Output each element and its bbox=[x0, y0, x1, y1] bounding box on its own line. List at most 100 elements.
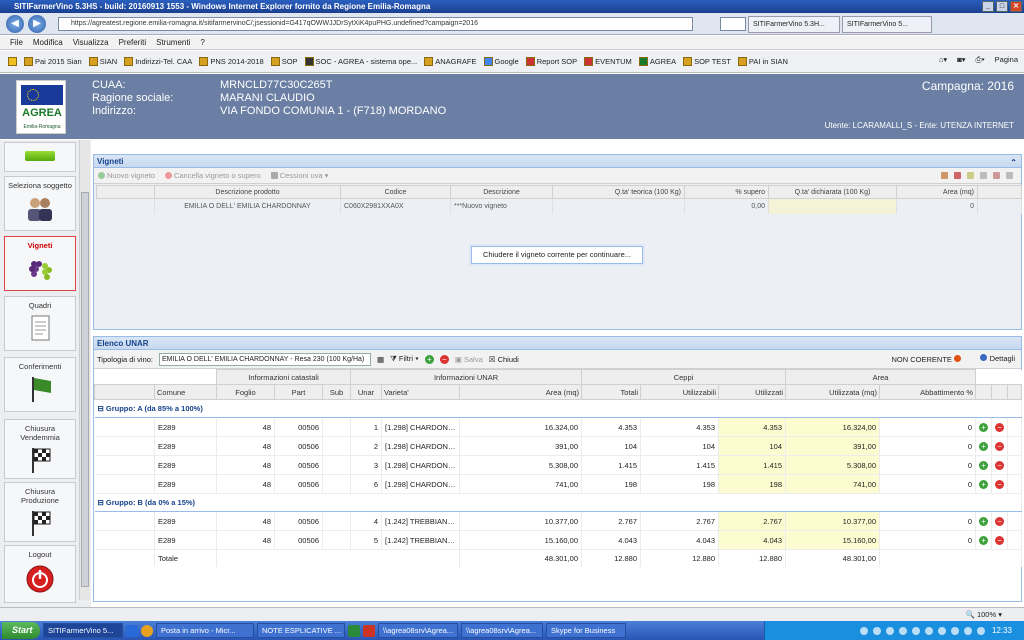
taskbar-item-sitifarmervino[interactable]: SITIFarmerVino 5... bbox=[43, 623, 123, 638]
sidebar-item-top[interactable] bbox=[4, 142, 76, 172]
add-icon[interactable]: + bbox=[979, 535, 989, 545]
collapse-group-icon[interactable]: ⊟ bbox=[98, 404, 106, 413]
undo-icon[interactable] bbox=[993, 172, 1000, 179]
vigneti-col-codice[interactable]: Codice bbox=[340, 185, 451, 199]
col-utilizzati[interactable]: Utilizzati bbox=[718, 384, 787, 400]
start-button[interactable]: Start bbox=[2, 622, 40, 639]
chiudi-button[interactable]: ☒ Chiudi bbox=[489, 355, 519, 364]
add-icon[interactable]: + bbox=[979, 460, 989, 470]
col-part[interactable]: Part bbox=[274, 384, 323, 400]
col-varieta[interactable]: Varieta' bbox=[381, 384, 461, 400]
nuovo-vigneto-button[interactable]: Nuovo vigneto bbox=[98, 171, 155, 180]
add-icon[interactable]: + bbox=[979, 516, 989, 526]
add-icon[interactable]: + bbox=[979, 479, 989, 489]
remove-icon[interactable]: − bbox=[995, 422, 1005, 432]
col-utilizzata-mq[interactable]: Utilizzata (mq) bbox=[785, 384, 881, 400]
group-row[interactable]: ⊟ Gruppo: B (da 0% a 15%) bbox=[94, 493, 1023, 512]
favorite-link[interactable]: PAI in SIAN bbox=[737, 57, 788, 66]
table-row[interactable]: E28948005065[1.242] TREBBIANO ROMA...15.… bbox=[94, 530, 1023, 550]
vigneti-row-qta-dichiarata[interactable] bbox=[768, 198, 897, 214]
address-search-icon[interactable] bbox=[720, 17, 746, 31]
col-comune[interactable]: Comune bbox=[154, 384, 217, 400]
col-abbattimento[interactable]: Abbattimento % bbox=[879, 384, 977, 400]
menu-help[interactable]: ? bbox=[200, 36, 204, 49]
tool-icon[interactable] bbox=[941, 172, 948, 179]
remove-icon[interactable]: − bbox=[995, 441, 1005, 451]
col-utilizzabili[interactable]: Utilizzabili bbox=[640, 384, 720, 400]
page-menu[interactable]: Pagina bbox=[995, 55, 1018, 65]
tray-icon[interactable] bbox=[937, 626, 946, 635]
ie-icon[interactable] bbox=[126, 624, 138, 637]
vigneti-col-qta-dichiarata[interactable]: Q.ta' dichiarata (100 Kg) bbox=[768, 185, 897, 199]
sidebar-item-chiusura-vendemmia[interactable]: Chiusura Vendemmia bbox=[4, 419, 76, 479]
favorite-link[interactable]: Indirizzi-Tel. CAA bbox=[124, 57, 192, 66]
refresh-icon[interactable] bbox=[1006, 172, 1013, 179]
favorite-link[interactable]: SOC - AGREA - sistema ope... bbox=[304, 57, 417, 66]
menu-visualizza[interactable]: Visualizza bbox=[73, 36, 109, 49]
table-row[interactable]: E28948005061[1.298] CHARDONNAY B.16.324,… bbox=[94, 417, 1023, 437]
chrome-icon[interactable] bbox=[141, 624, 153, 637]
vigneti-col-area[interactable]: Area (mq) bbox=[896, 185, 978, 199]
tray-icon[interactable] bbox=[911, 626, 920, 635]
minimize-button[interactable]: _ bbox=[982, 1, 994, 12]
remove-icon[interactable]: − bbox=[995, 460, 1005, 470]
rss-icon[interactable]: ◙▾ bbox=[957, 55, 965, 65]
favorites-star-icon[interactable] bbox=[8, 57, 17, 66]
tray-icon[interactable] bbox=[963, 626, 972, 635]
cancella-vigneto-button[interactable]: Cancella vigneto o supero bbox=[164, 171, 261, 180]
vigneti-col-supero[interactable]: % supero bbox=[684, 185, 769, 199]
browser-tab-1[interactable]: SITIFarmerVino 5.3H... bbox=[748, 16, 840, 33]
col-area-mq[interactable]: Area (mq) bbox=[459, 384, 583, 400]
grid-icon[interactable] bbox=[980, 172, 987, 179]
remove-icon[interactable]: − bbox=[995, 516, 1005, 526]
browser-tab-2[interactable]: SITIFarmerVino 5... bbox=[842, 16, 932, 33]
tray-icon[interactable] bbox=[898, 626, 907, 635]
forward-button[interactable]: ▶ bbox=[28, 15, 46, 33]
calendar-icon[interactable] bbox=[954, 172, 961, 179]
zoom-control[interactable]: 🔍 100% ▾ bbox=[966, 610, 1002, 619]
vigneti-col-qta-teorica[interactable]: Q.ta' teorica (100 Kg) bbox=[552, 185, 685, 199]
calculator-icon[interactable]: ▦ bbox=[377, 355, 384, 364]
maximize-button[interactable]: □ bbox=[996, 1, 1008, 12]
back-button[interactable]: ◀ bbox=[6, 15, 24, 33]
sidebar-scroll-thumb[interactable] bbox=[81, 192, 89, 587]
add-icon[interactable]: + bbox=[979, 422, 989, 432]
collapse-icon[interactable]: ⌃ bbox=[1010, 156, 1017, 169]
remove-icon[interactable]: − bbox=[995, 479, 1005, 489]
favorite-link[interactable]: SOP bbox=[270, 57, 298, 66]
col-unar[interactable]: Unar bbox=[350, 384, 383, 400]
pdf-icon[interactable] bbox=[363, 624, 375, 637]
tray-icon[interactable] bbox=[885, 626, 894, 635]
add-row-icon[interactable]: + bbox=[424, 354, 434, 364]
collapse-group-icon[interactable]: ⊟ bbox=[98, 498, 106, 507]
favorite-link[interactable]: ANAGRAFE bbox=[424, 57, 477, 66]
tray-icon[interactable] bbox=[872, 626, 881, 635]
table-row[interactable]: E28948005063[1.298] CHARDONNAY B.5.308,0… bbox=[94, 455, 1023, 475]
col-sub[interactable]: Sub bbox=[321, 384, 352, 400]
taskbar-item-skype[interactable]: Skype for Business bbox=[546, 623, 626, 638]
vigneti-col-descrizione[interactable]: Descrizione bbox=[450, 185, 553, 199]
tray-icon[interactable] bbox=[859, 626, 868, 635]
sidebar-item-seleziona-soggetto[interactable]: Seleziona soggetto bbox=[4, 176, 76, 231]
favorite-link[interactable]: SIAN bbox=[88, 57, 117, 66]
print-icon[interactable]: ⎙▾ bbox=[975, 55, 984, 65]
group-row[interactable]: ⊟ Gruppo: A (da 85% a 100%) bbox=[94, 399, 1023, 418]
favorite-link[interactable]: Google bbox=[483, 57, 519, 66]
tray-icon[interactable] bbox=[924, 626, 933, 635]
menu-file[interactable]: File bbox=[10, 36, 23, 49]
tray-icon[interactable] bbox=[950, 626, 959, 635]
sidebar-item-chiusura-produzione[interactable]: Chiusura Produzione bbox=[4, 482, 76, 542]
sidebar-item-conferimenti[interactable]: Conferimenti bbox=[4, 357, 76, 412]
add-icon[interactable]: + bbox=[979, 441, 989, 451]
favorite-link[interactable]: SOP TEST bbox=[683, 57, 731, 66]
favorite-link[interactable]: Report SOP bbox=[525, 57, 577, 66]
menu-modifica[interactable]: Modifica bbox=[33, 36, 63, 49]
sidebar-item-vigneti[interactable]: Vigneti bbox=[4, 236, 76, 291]
col-foglio[interactable]: Foglio bbox=[216, 384, 275, 400]
sidebar-item-quadri[interactable]: Quadri bbox=[4, 296, 76, 351]
dettagli-button[interactable]: Dettagli bbox=[980, 354, 1015, 363]
close-window-button[interactable]: ✕ bbox=[1010, 1, 1022, 12]
favorite-link[interactable]: Pai 2015 Sian bbox=[24, 57, 82, 66]
remove-row-icon[interactable]: − bbox=[439, 354, 449, 364]
taskbar-item-posta[interactable]: Posta in arrivo - Micr... bbox=[156, 623, 254, 638]
